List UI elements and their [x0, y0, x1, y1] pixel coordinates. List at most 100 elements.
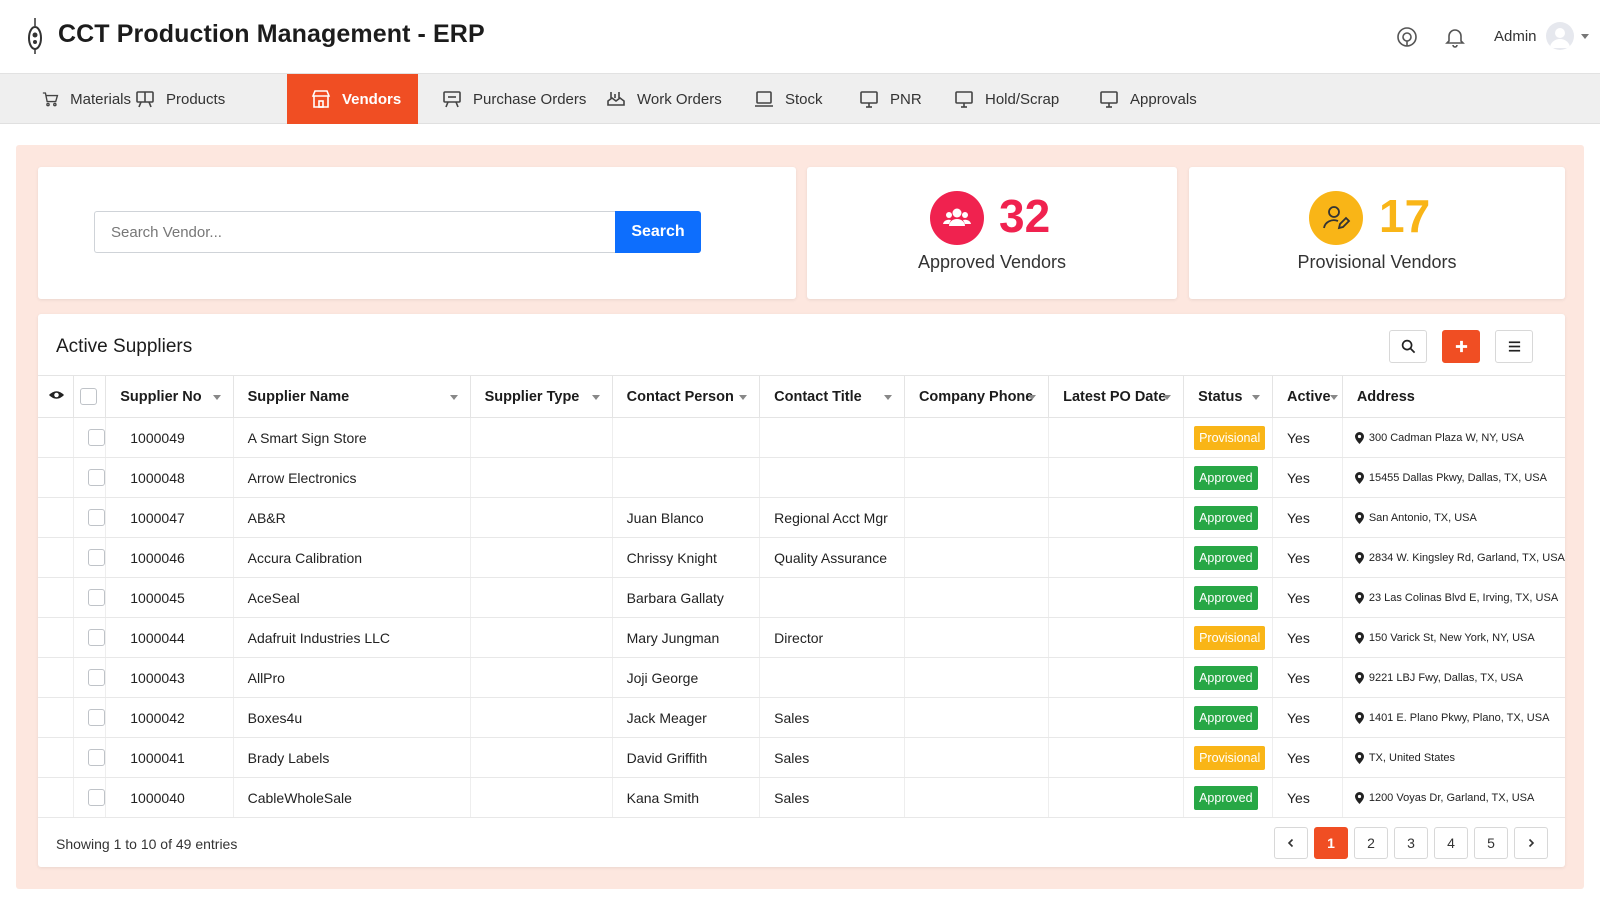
nav-item-materials[interactable]: Materials — [0, 74, 131, 124]
column-label: Latest PO Date — [1063, 388, 1167, 405]
select-all-header[interactable] — [73, 375, 107, 418]
purchase-orders-icon — [443, 91, 461, 108]
row-checkbox[interactable] — [88, 789, 105, 807]
column-header-active[interactable]: Active — [1272, 375, 1343, 418]
approved-vendors-count: 32 — [999, 190, 1051, 242]
cell-contact-person: Jack Meager — [612, 697, 761, 738]
pagination-page-2[interactable]: 2 — [1354, 827, 1388, 859]
nav-item-approvals[interactable]: Approvals — [1099, 74, 1219, 124]
row-checkbox[interactable] — [88, 589, 105, 607]
column-header-supplier-type[interactable]: Supplier Type — [470, 375, 613, 418]
table-row[interactable]: 1000044 Adafruit Industries LLC Mary Jungm… — [38, 617, 1565, 658]
column-header-address[interactable]: Address — [1342, 375, 1565, 418]
table-row[interactable]: 1000049 A Smart Sign Store Provisional Yes 3… — [38, 417, 1565, 458]
pagination-page-3[interactable]: 3 — [1394, 827, 1428, 859]
column-header-supplier-name[interactable]: Supplier Name — [233, 375, 471, 418]
row-checkbox[interactable] — [88, 749, 105, 767]
nav-label: Approvals — [1130, 90, 1197, 108]
row-checkbox[interactable] — [88, 509, 105, 527]
row-checkbox[interactable] — [88, 469, 105, 487]
table-row[interactable]: 1000047 AB&R Juan Blanco Regional Acct Mgr A… — [38, 497, 1565, 538]
nav-label: Work Orders — [637, 90, 722, 108]
column-visibility-header[interactable] — [38, 375, 75, 418]
address-value: 1200 Voyas Dr, Garland, TX, USA — [1354, 791, 1565, 804]
pagination-page-1[interactable]: 1 — [1314, 827, 1348, 859]
cell-contact-person — [612, 417, 761, 458]
sort-icon[interactable] — [1163, 395, 1172, 400]
row-checkbox[interactable] — [88, 629, 105, 647]
bell-icon[interactable] — [1444, 26, 1466, 48]
pagination-prev[interactable] — [1274, 827, 1308, 859]
table-row[interactable]: 1000040 CableWholeSale Kana Smith Sales Appr… — [38, 777, 1565, 818]
map-pin-icon — [1354, 431, 1364, 444]
table-row[interactable]: 1000042 Boxes4u Jack Meager Sales Approved Ye… — [38, 697, 1565, 738]
column-label: Status — [1198, 388, 1243, 405]
row-spacer-cell — [38, 657, 75, 698]
provisional-vendors-card[interactable]: 17 Provisional Vendors — [1189, 167, 1565, 299]
user-name[interactable]: Admin — [1494, 28, 1537, 45]
nav-item-products[interactable]: Products — [131, 74, 287, 124]
chevron-down-icon[interactable] — [1581, 34, 1589, 39]
cell-supplier-no: 1000049 — [105, 417, 234, 458]
cell-supplier-name: Adafruit Industries LLC — [233, 617, 471, 658]
app-header: CCT Production Management - ERP Admin — [0, 0, 1600, 74]
nav-item-stock[interactable]: Stock — [754, 74, 859, 124]
sort-icon[interactable] — [212, 395, 221, 400]
cell-contact-title — [759, 457, 905, 498]
add-vendor-button[interactable] — [1442, 330, 1480, 363]
cell-supplier-no: 1000041 — [105, 737, 234, 778]
row-checkbox[interactable] — [88, 549, 105, 567]
cell-active: Yes — [1272, 577, 1343, 618]
help-icon[interactable] — [1396, 26, 1418, 48]
cell-company-phone — [904, 777, 1050, 818]
nav-item-pnr[interactable]: PNR — [859, 74, 954, 124]
nav-item-hold-scrap[interactable]: Hold/Scrap — [954, 74, 1099, 124]
status-badge: Approved — [1194, 465, 1258, 490]
cell-latest-po-date — [1048, 737, 1185, 778]
pagination-page-5[interactable]: 5 — [1474, 827, 1508, 859]
cell-active: Yes — [1272, 497, 1343, 538]
search-input[interactable] — [94, 211, 615, 253]
cell-contact-person: Joji George — [612, 657, 761, 698]
column-header-contact-person[interactable]: Contact Person — [612, 375, 761, 418]
approved-vendors-card[interactable]: 32 Approved Vendors — [807, 167, 1177, 299]
table-search-button[interactable] — [1389, 330, 1427, 363]
column-header-status[interactable]: Status — [1183, 375, 1273, 418]
sort-icon[interactable] — [449, 395, 458, 400]
sort-icon[interactable] — [1028, 395, 1037, 400]
cell-address: 2834 W. Kingsley Rd, Garland, TX, USA — [1342, 537, 1565, 578]
cell-address: TX, United States — [1342, 737, 1565, 778]
map-pin-icon — [1354, 711, 1364, 724]
select-all-checkbox[interactable] — [80, 388, 98, 405]
sort-icon[interactable] — [739, 395, 748, 400]
table-row[interactable]: 1000043 AllPro Joji George Approved Yes 9221 … — [38, 657, 1565, 698]
column-label: Supplier No — [120, 388, 202, 405]
nav-item-vendors[interactable]: Vendors — [287, 74, 418, 124]
cell-supplier-name: Brady Labels — [233, 737, 471, 778]
sort-icon[interactable] — [883, 395, 892, 400]
table-row[interactable]: 1000046 Accura Calibration Chrissy Knight Q… — [38, 537, 1565, 578]
table-menu-button[interactable] — [1495, 330, 1533, 363]
table-row[interactable]: 1000045 AceSeal Barbara Gallaty Approved Yes… — [38, 577, 1565, 618]
table-row[interactable]: 1000048 Arrow Electronics Approved Yes 15455… — [38, 457, 1565, 498]
sort-icon[interactable] — [591, 395, 600, 400]
row-checkbox[interactable] — [88, 429, 105, 447]
map-pin-icon — [1354, 591, 1364, 604]
row-checkbox[interactable] — [88, 669, 105, 687]
pagination-page-4[interactable]: 4 — [1434, 827, 1468, 859]
column-header-supplier-no[interactable]: Supplier No — [105, 375, 234, 418]
column-header-company-phone[interactable]: Company Phone — [904, 375, 1050, 418]
column-header-latest-po-date[interactable]: Latest PO Date — [1048, 375, 1185, 418]
nav-item-work-orders[interactable]: Work Orders — [604, 74, 754, 124]
row-checkbox[interactable] — [88, 709, 105, 727]
table-row[interactable]: 1000041 Brady Labels David Griffith Sales Pr… — [38, 737, 1565, 778]
cell-active: Yes — [1272, 537, 1343, 578]
nav-item-purchase-orders[interactable]: Purchase Orders — [418, 74, 604, 124]
pagination-next[interactable] — [1514, 827, 1548, 859]
sort-icon[interactable] — [1251, 395, 1260, 400]
search-button[interactable]: Search — [615, 211, 701, 253]
column-header-contact-title[interactable]: Contact Title — [759, 375, 905, 418]
cell-supplier-no: 1000042 — [105, 697, 234, 738]
avatar[interactable] — [1546, 22, 1574, 50]
sort-icon[interactable] — [1329, 395, 1338, 400]
